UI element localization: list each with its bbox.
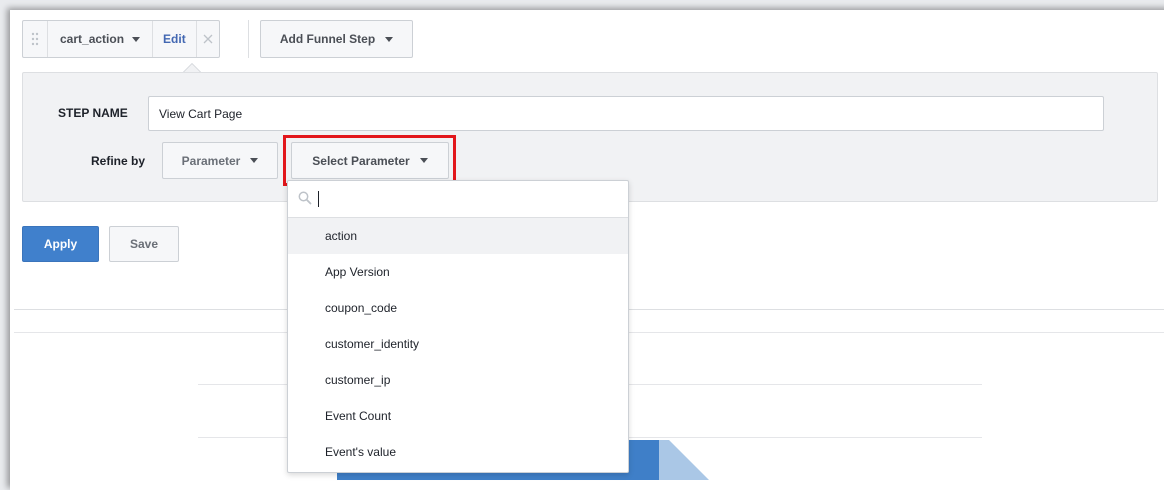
add-funnel-step-label: Add Funnel Step [279,32,376,46]
step-name-field[interactable]: View Cart Page [148,96,1104,131]
parameter-dropdown-label: Parameter [181,153,241,168]
edit-step-link[interactable]: Edit [153,21,197,57]
parameter-dropdown-button[interactable]: Parameter [162,142,278,179]
step-name-label: STEP NAME [58,106,128,120]
parameter-option[interactable]: coupon_code [288,290,628,326]
chevron-down-icon [132,36,141,42]
parameter-option[interactable]: App Version [288,254,628,290]
search-icon [298,191,312,208]
event-dropdown-label: cart_action [60,32,125,46]
parameter-option[interactable]: Event Count [288,398,628,434]
apply-button[interactable]: Apply [22,226,99,262]
parameter-search[interactable] [288,181,628,218]
close-icon[interactable] [197,21,219,57]
add-funnel-step-button[interactable]: Add Funnel Step [260,20,413,58]
highlight-box [283,135,456,186]
parameter-option[interactable]: action [288,218,628,254]
drag-handle-icon[interactable] [23,21,48,57]
parameter-dropdown-menu: action App Version coupon_code customer_ide… [287,180,629,473]
parameter-option[interactable]: customer_identity [288,326,628,362]
toolbar-divider [248,20,249,58]
chevron-down-icon [250,158,259,163]
chevron-down-icon [385,36,394,42]
save-button[interactable]: Save [109,226,179,262]
event-dropdown[interactable]: cart_action [48,21,154,57]
panel-pointer-fill [184,64,200,72]
parameter-option[interactable]: customer_ip [288,362,628,398]
refine-by-label: Refine by [91,154,146,168]
parameter-option[interactable]: Event's value [288,434,628,470]
parameter-list: action App Version coupon_code customer_ide… [288,218,628,470]
funnel-step-chip: cart_action Edit [22,20,220,58]
text-cursor [318,191,319,207]
step-name-value: View Cart Page [159,106,243,121]
